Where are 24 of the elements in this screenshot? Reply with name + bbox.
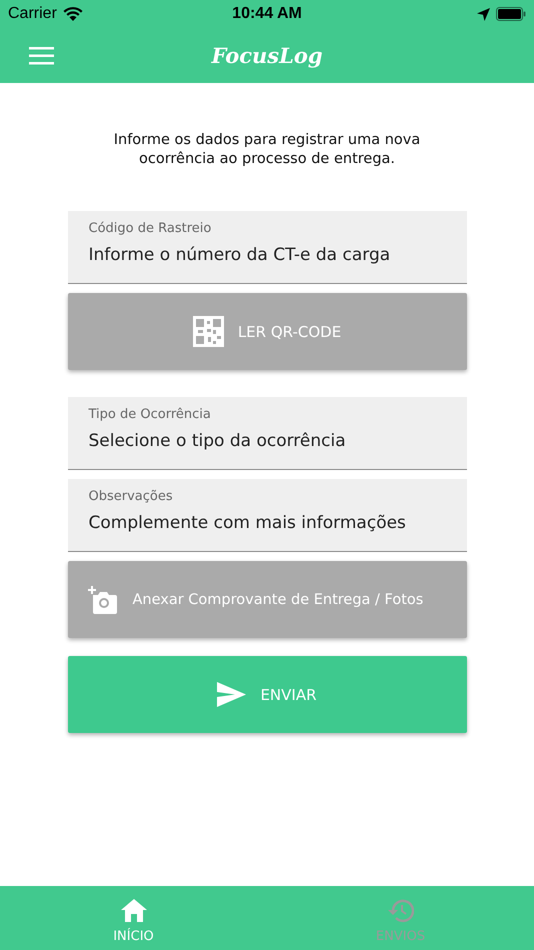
tab[interactable]: ENVIOS [267, 886, 534, 950]
app-logo: FocusLog [211, 43, 323, 68]
location-arrow-icon [477, 8, 490, 20]
qr-code-button[interactable]: LER QR-CODE [68, 293, 466, 370]
intro-text: Informe os dados para registrar uma nova ocorrência ao processo de entrega. [112, 131, 422, 169]
send-button[interactable]: ENVIAR [68, 656, 466, 733]
wifi-icon [62, 7, 83, 21]
battery-icon [496, 7, 526, 21]
input-field[interactable]: Informe o número da CT-e da carga [88, 245, 446, 265]
tab[interactable]: INÍCIO [0, 886, 267, 950]
home-icon [120, 899, 146, 923]
qr-code-icon [192, 316, 224, 347]
history-icon [387, 899, 414, 923]
input-field[interactable]: Selecione o tipo da ocorrência [88, 431, 446, 451]
add-camera-icon [86, 586, 118, 614]
attach-photos-button[interactable]: Anexar Comprovante de Entrega / Fotos [68, 561, 466, 638]
menu-icon[interactable] [29, 46, 54, 64]
time-label: 10:44 AM [232, 5, 302, 23]
input-field[interactable]: Complemente com mais informações [88, 513, 446, 533]
field-label: Tipo de Ocorrência [88, 407, 212, 422]
send-icon [217, 682, 246, 707]
carrier-label: Carrier [8, 5, 57, 23]
field-label: Código de Rastreio [88, 221, 212, 236]
field-label: Observações [88, 489, 174, 504]
